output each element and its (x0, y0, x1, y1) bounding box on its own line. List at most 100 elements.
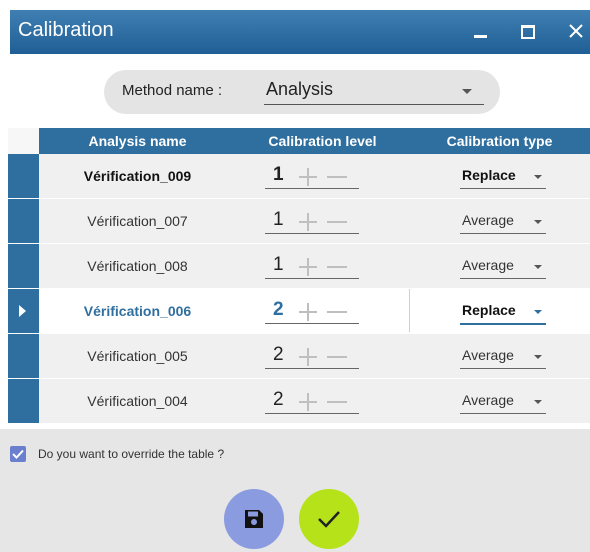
floppy-disk-icon (245, 510, 263, 528)
plus-icon[interactable] (299, 303, 317, 321)
minimize-button[interactable] (467, 16, 495, 46)
chevron-down-icon (534, 355, 542, 359)
minus-icon[interactable] (327, 401, 347, 403)
maximize-icon (521, 25, 535, 39)
chevron-down-icon (534, 310, 542, 314)
chevron-down-icon (534, 400, 542, 404)
calibration-type-value: Average (462, 347, 514, 363)
calibration-level-stepper: 1 (265, 207, 383, 235)
method-name-label: Method name : (122, 82, 223, 99)
maximize-button[interactable] (513, 16, 541, 46)
table-row-selected[interactable]: Vérification_006 2 Replace (8, 289, 590, 333)
chevron-down-icon (534, 220, 542, 224)
method-name-dropdown[interactable]: Analysis (264, 76, 484, 105)
type-underline (460, 278, 546, 279)
analysis-name-cell: Vérification_005 (87, 348, 188, 364)
close-icon (569, 24, 583, 38)
type-underline (460, 323, 546, 325)
type-underline (460, 188, 546, 189)
analysis-name-cell: Vérification_008 (87, 258, 188, 274)
plus-icon[interactable] (299, 348, 317, 366)
calibration-type-dropdown[interactable]: Replace (460, 297, 550, 325)
row-indicator[interactable] (8, 379, 39, 423)
calibration-type-value: Replace (462, 302, 516, 318)
minus-icon[interactable] (327, 266, 347, 268)
confirm-button[interactable] (299, 489, 359, 549)
calibration-level-stepper: 1 (265, 252, 383, 280)
method-name-value: Analysis (266, 79, 334, 99)
column-header-calibration-level[interactable]: Calibration level (236, 133, 409, 149)
calibration-type-dropdown[interactable]: Average (460, 207, 550, 235)
analysis-name-cell: Vérification_009 (83, 168, 192, 184)
analysis-name-cell: Vérification_007 (87, 213, 188, 229)
minus-icon[interactable] (327, 356, 347, 358)
table-row[interactable]: Vérification_008 1 Average (8, 244, 590, 288)
level-underline (265, 233, 359, 234)
chevron-down-icon (534, 265, 542, 269)
table-row[interactable]: Vérification_004 2 Average (8, 379, 590, 423)
chevron-down-icon (462, 89, 472, 94)
calibration-level-value[interactable]: 1 (273, 209, 284, 231)
calibration-level-value[interactable]: 2 (273, 299, 284, 321)
calibration-table: Analysis name Calibration level Calibrat… (8, 128, 590, 429)
calibration-level-stepper: 2 (265, 387, 383, 415)
checkmark-icon (318, 511, 340, 528)
minimize-icon (474, 35, 487, 38)
table-row[interactable]: Vérification_009 1 Replace (8, 154, 590, 198)
table-row[interactable]: Vérification_007 1 Average (8, 199, 590, 243)
row-indicator[interactable] (8, 199, 39, 243)
analysis-name-cell: Vérification_004 (87, 393, 188, 409)
override-checkbox[interactable] (10, 446, 26, 462)
calibration-level-value[interactable]: 1 (273, 164, 284, 186)
window-title: Calibration (18, 19, 114, 41)
minus-icon[interactable] (327, 311, 347, 313)
level-underline (265, 413, 359, 414)
table-row[interactable]: Vérification_005 2 Average (8, 334, 590, 378)
calibration-type-value: Replace (462, 167, 516, 183)
save-button[interactable] (224, 489, 284, 549)
type-underline (460, 233, 546, 234)
method-selector-bar: Method name : Analysis (104, 70, 500, 114)
table-header: Analysis name Calibration level Calibrat… (39, 128, 590, 154)
column-header-analysis-name[interactable]: Analysis name (39, 133, 236, 149)
calibration-type-value: Average (462, 257, 514, 273)
plus-icon[interactable] (299, 213, 317, 231)
analysis-name-cell: Vérification_006 (83, 303, 192, 319)
calibration-level-value[interactable]: 2 (273, 389, 284, 411)
row-indicator[interactable] (8, 244, 39, 288)
checkmark-icon (12, 449, 24, 459)
row-indicator[interactable] (8, 154, 39, 198)
level-underline (265, 368, 359, 369)
calibration-type-value: Average (462, 212, 514, 228)
close-button[interactable] (563, 16, 590, 46)
calibration-level-stepper: 2 (265, 297, 383, 325)
calibration-type-dropdown[interactable]: Average (460, 387, 550, 415)
row-indicator[interactable] (8, 334, 39, 378)
type-underline (460, 368, 546, 369)
calibration-type-value: Average (462, 392, 514, 408)
type-underline (460, 413, 546, 414)
level-underline (265, 323, 359, 324)
level-underline (265, 278, 359, 279)
row-header-corner (8, 128, 39, 154)
calibration-level-stepper: 2 (265, 342, 383, 370)
calibration-level-value[interactable]: 2 (273, 344, 284, 366)
footer-panel: Do you want to override the table ? (0, 429, 590, 552)
column-header-calibration-type[interactable]: Calibration type (409, 133, 590, 149)
title-bar: Calibration (10, 10, 590, 54)
calibration-type-dropdown[interactable]: Replace (460, 162, 550, 190)
plus-icon[interactable] (299, 393, 317, 411)
override-label: Do you want to override the table ? (38, 447, 225, 461)
calibration-type-dropdown[interactable]: Average (460, 252, 550, 280)
calibration-level-stepper: 1 (265, 162, 383, 190)
plus-icon[interactable] (299, 258, 317, 276)
calibration-type-dropdown[interactable]: Average (460, 342, 550, 370)
level-underline (265, 188, 359, 189)
minus-icon[interactable] (327, 176, 347, 178)
current-row-arrow-icon (19, 305, 26, 317)
calibration-level-value[interactable]: 1 (273, 254, 284, 276)
plus-icon[interactable] (299, 168, 317, 186)
row-indicator[interactable] (8, 289, 39, 333)
chevron-down-icon (534, 175, 542, 179)
minus-icon[interactable] (327, 221, 347, 223)
